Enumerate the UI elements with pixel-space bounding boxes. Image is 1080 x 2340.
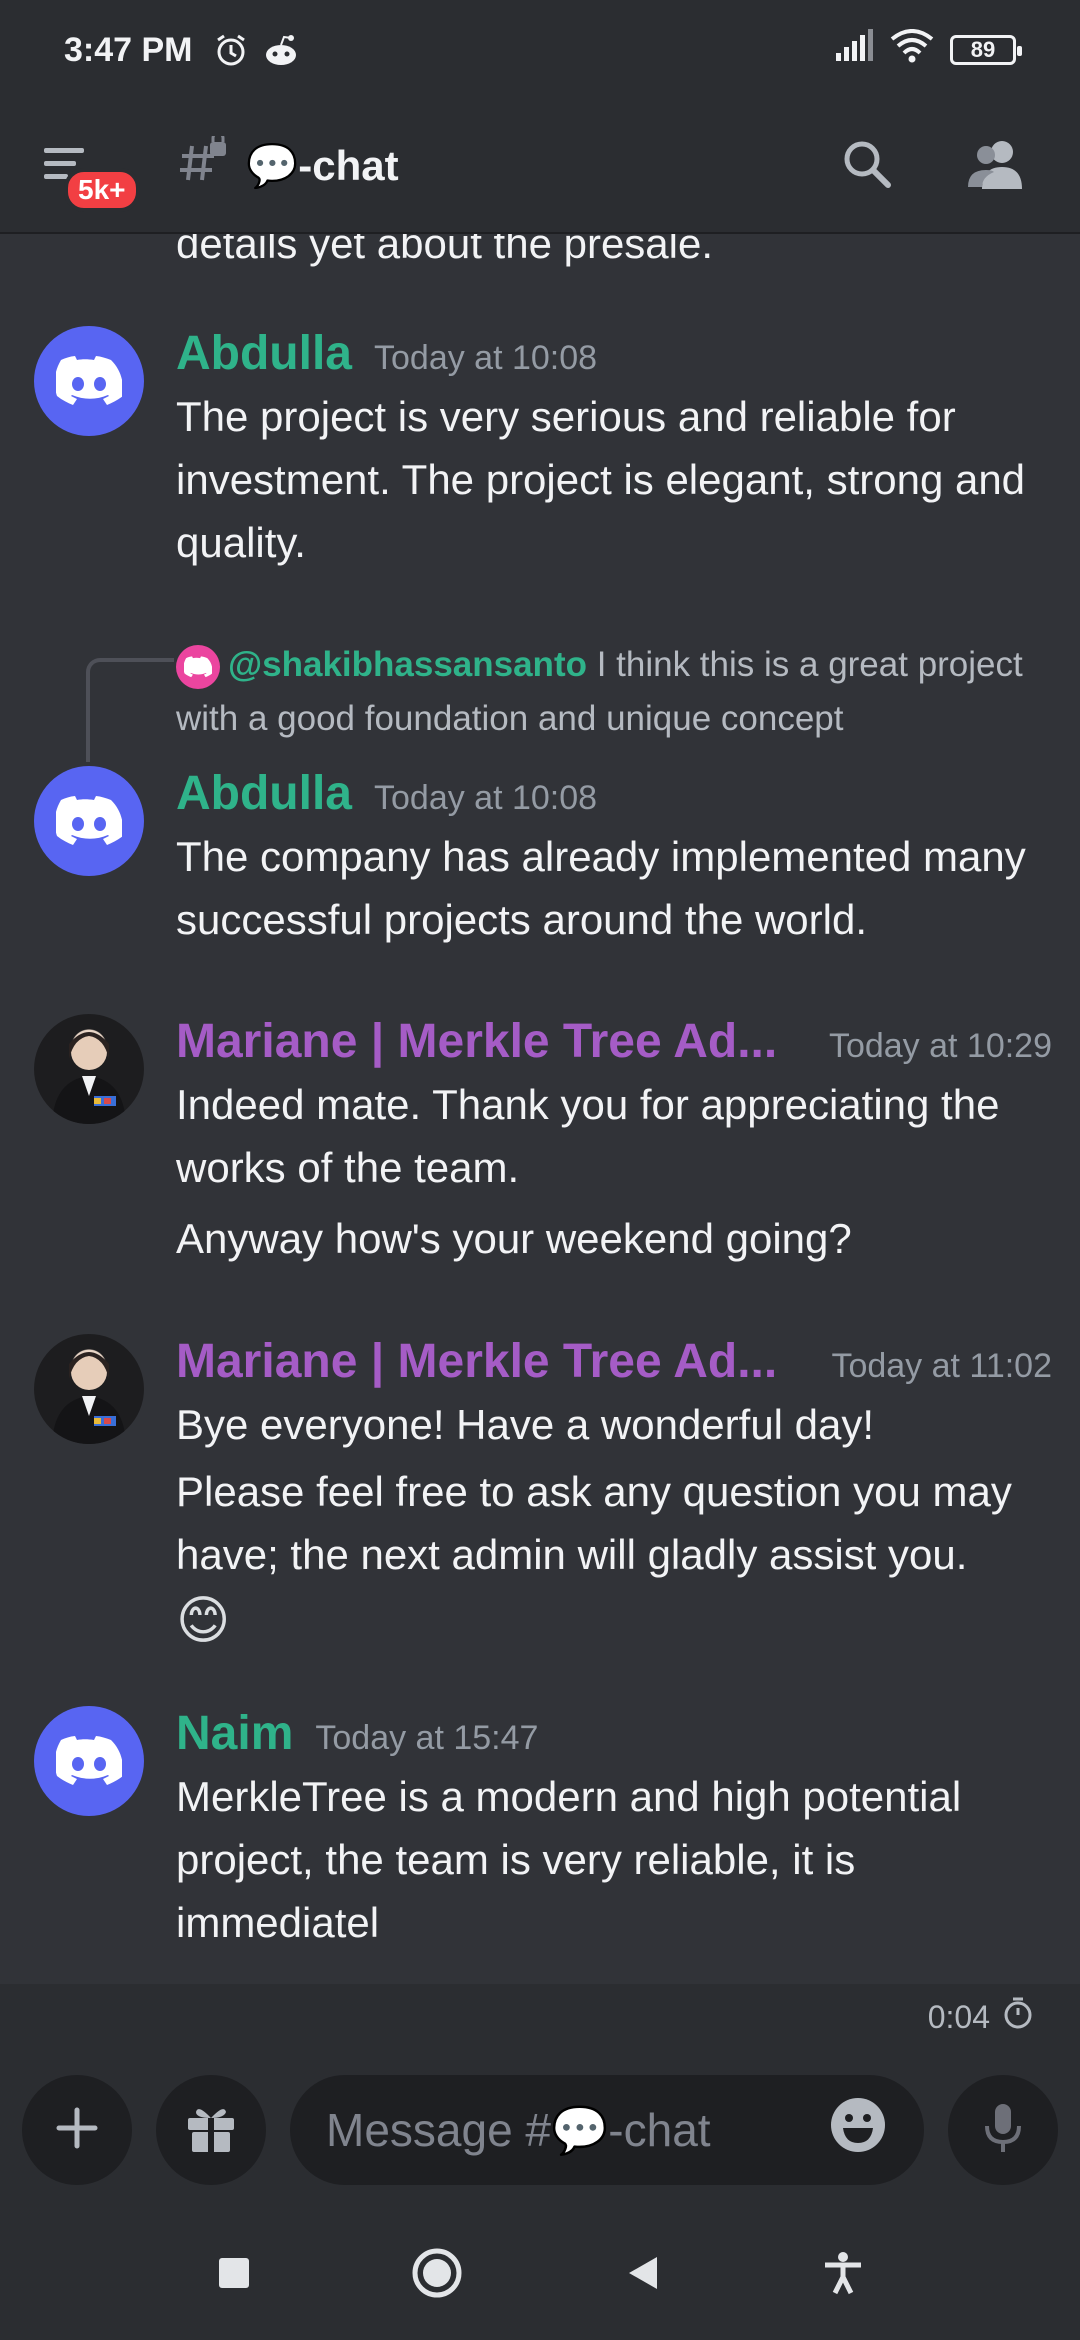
timestamp: Today at 10:08 bbox=[374, 339, 598, 377]
stopwatch-icon bbox=[1002, 1996, 1034, 2038]
channel-title[interactable]: 💬-chat bbox=[246, 142, 399, 191]
timestamp: Today at 10:29 bbox=[828, 1027, 1052, 1065]
status-bar: 3:47 PM 89 bbox=[0, 0, 1080, 100]
message-placeholder: Message #💬-chat bbox=[326, 2103, 711, 2156]
voice-message-button[interactable] bbox=[948, 2075, 1058, 2185]
message-list[interactable]: details yet about the presale. Abdulla T… bbox=[0, 234, 1080, 1984]
message-text: Bye everyone! Have a wonderful day! bbox=[176, 1401, 875, 1448]
plus-icon bbox=[55, 2106, 99, 2155]
discord-logo-icon bbox=[56, 1736, 122, 1785]
slowmode-timer: 0:04 bbox=[0, 1984, 1080, 2050]
unread-badge: 5k+ bbox=[64, 168, 140, 212]
author-name[interactable]: Mariane | Merkle Tree Ad... bbox=[176, 1334, 777, 1389]
menu-button[interactable]: 5k+ bbox=[40, 126, 140, 212]
message-text: Anyway how's your weekend going? bbox=[176, 1215, 852, 1262]
wifi-icon bbox=[890, 28, 934, 72]
channel-header: 5k+ 💬-chat bbox=[0, 100, 1080, 234]
battery-icon: 89 bbox=[950, 35, 1022, 65]
battery-level: 89 bbox=[970, 37, 996, 62]
reply-preview[interactable]: @shakibhassansanto I think this is a gre… bbox=[176, 638, 1040, 746]
alarm-icon bbox=[211, 30, 251, 70]
discord-logo-icon bbox=[56, 356, 122, 405]
timestamp: Today at 15:47 bbox=[315, 1719, 539, 1757]
home-icon[interactable] bbox=[411, 2247, 463, 2304]
message-input[interactable]: Message #💬-chat bbox=[290, 2075, 924, 2185]
avatar[interactable] bbox=[34, 1706, 144, 1816]
avatar[interactable] bbox=[34, 1014, 144, 1124]
reply-connector bbox=[86, 658, 174, 762]
message-text-truncated: details yet about the presale. bbox=[176, 234, 714, 267]
discord-logo-icon bbox=[56, 796, 122, 845]
discord-logo-icon bbox=[184, 656, 212, 677]
search-icon[interactable] bbox=[840, 137, 894, 196]
accessibility-icon[interactable] bbox=[823, 2251, 863, 2300]
recents-icon[interactable] bbox=[217, 2256, 251, 2295]
reddit-icon bbox=[261, 30, 301, 70]
timestamp: Today at 11:02 bbox=[831, 1347, 1052, 1385]
gift-icon bbox=[184, 2102, 238, 2159]
members-icon[interactable] bbox=[966, 137, 1026, 196]
message-text: MerkleTree is a modern and high potentia… bbox=[176, 1773, 962, 1946]
smiling-face-emoji: 😊 bbox=[176, 1592, 231, 1650]
attach-button[interactable] bbox=[22, 2075, 132, 2185]
reply-avatar bbox=[176, 644, 220, 689]
avatar[interactable] bbox=[34, 766, 144, 876]
author-name[interactable]: Abdulla bbox=[176, 766, 352, 821]
signal-icon bbox=[834, 28, 874, 72]
microphone-icon bbox=[983, 2102, 1023, 2159]
message-text: Indeed mate. Thank you for appreciating … bbox=[176, 1081, 1000, 1191]
status-time: 3:47 PM bbox=[64, 30, 193, 69]
avatar[interactable] bbox=[34, 1334, 144, 1444]
timestamp: Today at 10:08 bbox=[374, 779, 598, 817]
author-name[interactable]: Naim bbox=[176, 1706, 293, 1761]
avatar[interactable] bbox=[34, 326, 144, 436]
emoji-picker-icon[interactable] bbox=[828, 2095, 888, 2166]
message-text: The project is very serious and reliable… bbox=[176, 393, 1026, 566]
author-name[interactable]: Mariane | Merkle Tree Ad... bbox=[176, 1014, 777, 1069]
system-nav-bar bbox=[0, 2210, 1080, 2340]
back-icon[interactable] bbox=[623, 2253, 663, 2298]
message-composer: Message #💬-chat bbox=[0, 2050, 1080, 2210]
message-text: The company has already implemented many… bbox=[176, 833, 1026, 943]
locked-channel-icon bbox=[178, 131, 230, 197]
gift-button[interactable] bbox=[156, 2075, 266, 2185]
message-text: Please feel free to ask any question you… bbox=[176, 1468, 1012, 1578]
author-name[interactable]: Abdulla bbox=[176, 326, 352, 381]
timer-value: 0:04 bbox=[927, 1998, 990, 2035]
reply-mention[interactable]: @shakibhassansanto bbox=[228, 645, 587, 684]
